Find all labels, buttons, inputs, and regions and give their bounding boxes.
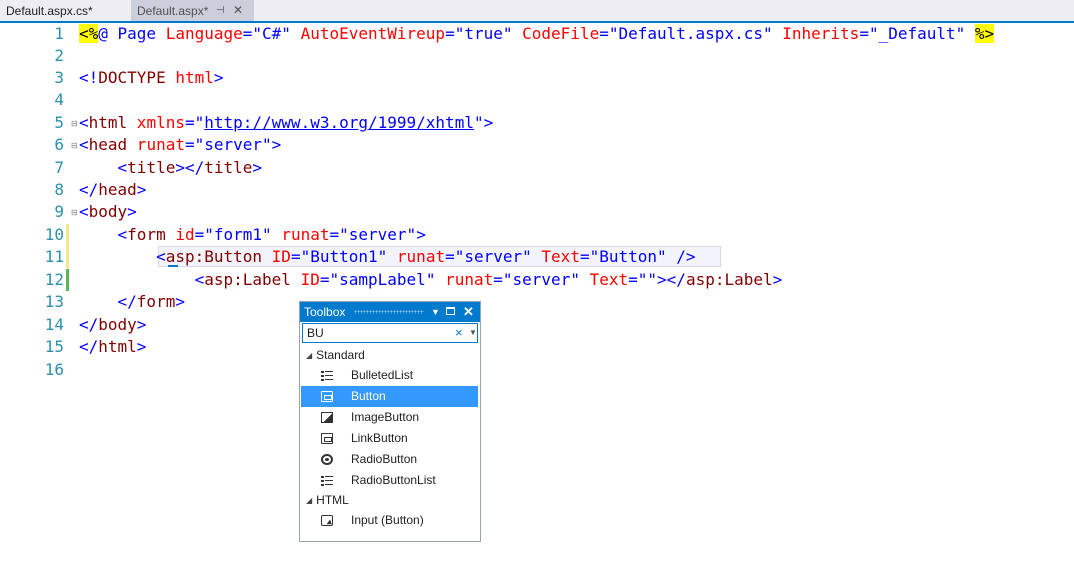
button-icon bbox=[321, 391, 333, 402]
code-text[interactable]: <form id="form1" runat="server"> bbox=[79, 224, 426, 246]
code-line: 7 <title></title> bbox=[0, 157, 1074, 179]
toolbox-item-button[interactable]: Button bbox=[301, 386, 478, 407]
document-tab-strip: Default.aspx.cs* Default.aspx* ⊣ ✕ bbox=[0, 0, 1074, 23]
toolbox-title: Toolbox bbox=[304, 305, 346, 319]
line-number: 10 bbox=[44, 225, 64, 244]
toolbox-item-radiobutton[interactable]: RadioButton bbox=[301, 449, 478, 470]
code-text[interactable]: <html xmlns="http://www.w3.org/1999/xhtm… bbox=[79, 112, 493, 134]
radio-button-icon bbox=[321, 454, 333, 465]
toolbox-title-bar[interactable]: Toolbox ▼ ✕ bbox=[300, 302, 480, 322]
code-line: 12 <asp:Label ID="sampLabel" runat="serv… bbox=[0, 269, 1074, 291]
smart-tag-marker[interactable] bbox=[168, 265, 178, 267]
line-number: 8 bbox=[54, 180, 64, 199]
xmlns-link[interactable]: http://www.w3.org/1999/xhtml bbox=[204, 113, 474, 132]
code-text[interactable]: <%@ Page Language="C#" AutoEventWireup="… bbox=[79, 23, 995, 45]
code-text[interactable]: </form> bbox=[79, 291, 185, 313]
line-number: 6 bbox=[54, 135, 64, 154]
code-line: 14 </body> bbox=[0, 314, 1074, 336]
line-number: 3 bbox=[54, 68, 64, 87]
expanded-triangle-icon: ◢ bbox=[306, 496, 313, 505]
collapse-icon[interactable]: ⊟ bbox=[71, 209, 78, 217]
collapse-icon[interactable]: ⊟ bbox=[71, 142, 78, 150]
code-text[interactable]: <!DOCTYPE html> bbox=[79, 67, 224, 89]
toolbox-item-bulletedlist[interactable]: BulletedList bbox=[301, 365, 478, 386]
line-number: 14 bbox=[44, 315, 64, 334]
line-number: 9 bbox=[54, 202, 64, 221]
toolbox-window: Toolbox ▼ ✕ BU × ▼ ◢ Standard BulletedLis… bbox=[299, 301, 481, 542]
tab-close-icon[interactable]: ✕ bbox=[233, 4, 243, 16]
toolbox-item-input-button[interactable]: Input (Button) bbox=[301, 510, 478, 531]
change-indicator bbox=[66, 224, 69, 246]
image-button-icon bbox=[321, 412, 333, 423]
line-number: 15 bbox=[44, 337, 64, 356]
code-text[interactable]: </html> bbox=[79, 336, 146, 358]
code-line: 16 bbox=[0, 359, 1074, 381]
tab-default-aspx-cs[interactable]: Default.aspx.cs* bbox=[0, 0, 128, 22]
expanded-triangle-icon: ◢ bbox=[306, 351, 313, 360]
code-line: 3 <!DOCTYPE html> bbox=[0, 67, 1074, 89]
line-number: 13 bbox=[44, 292, 64, 311]
change-indicator bbox=[66, 246, 69, 268]
line-number: 12 bbox=[44, 270, 64, 289]
category-html[interactable]: ◢ HTML bbox=[306, 491, 349, 510]
toolbox-item-imagebutton[interactable]: ImageButton bbox=[301, 407, 478, 428]
code-text[interactable]: <asp:Label ID="sampLabel" runat="server"… bbox=[79, 269, 783, 291]
line-number: 7 bbox=[54, 158, 64, 177]
link-button-icon bbox=[321, 433, 333, 444]
code-text[interactable]: </body> bbox=[79, 314, 146, 336]
toolbox-item-radiobuttonlist[interactable]: RadioButtonList bbox=[301, 470, 478, 491]
search-value: BU bbox=[307, 326, 324, 340]
code-line: 10 <form id="form1" runat="server"> bbox=[0, 224, 1074, 246]
toolbox-item-linkbutton[interactable]: LinkButton bbox=[301, 428, 478, 449]
code-editor[interactable]: 1 <%@ Page Language="C#" AutoEventWireup… bbox=[0, 23, 1074, 571]
maximize-icon[interactable] bbox=[446, 307, 455, 315]
bulleted-list-icon bbox=[321, 370, 333, 381]
input-button-icon bbox=[321, 515, 333, 526]
code-text[interactable]: <head runat="server"> bbox=[79, 134, 281, 156]
line-number: 11 bbox=[44, 247, 64, 266]
code-line: 4 bbox=[0, 89, 1074, 111]
line-number: 16 bbox=[44, 360, 64, 379]
code-line: 1 <%@ Page Language="C#" AutoEventWireup… bbox=[0, 23, 1074, 45]
clear-search-icon[interactable]: × bbox=[455, 324, 463, 342]
code-line: 13 </form> bbox=[0, 291, 1074, 313]
collapse-icon[interactable]: ⊟ bbox=[71, 120, 78, 128]
code-line: 9 ⊟ <body> bbox=[0, 201, 1074, 223]
line-number: 5 bbox=[54, 113, 64, 132]
code-text[interactable]: </head> bbox=[79, 179, 146, 201]
line-number: 1 bbox=[54, 24, 64, 43]
window-menu-dropdown-icon[interactable]: ▼ bbox=[431, 302, 440, 322]
close-icon[interactable]: ✕ bbox=[463, 302, 474, 322]
drag-grip[interactable] bbox=[354, 310, 424, 314]
category-standard[interactable]: ◢ Standard bbox=[306, 346, 365, 365]
code-line: 5 ⊟ <html xmlns="http://www.w3.org/1999/… bbox=[0, 112, 1074, 134]
code-text[interactable]: <body> bbox=[79, 201, 137, 223]
radio-button-list-icon bbox=[321, 475, 333, 486]
change-indicator bbox=[66, 269, 69, 291]
pin-icon[interactable]: ⊣ bbox=[216, 6, 225, 16]
code-line-current: 11 <asp:Button ID="Button1" runat="serve… bbox=[0, 246, 1074, 268]
code-text[interactable]: <title></title> bbox=[79, 157, 263, 179]
code-line: 6 ⊟ <head runat="server"> bbox=[0, 134, 1074, 156]
line-number: 4 bbox=[54, 90, 64, 109]
search-options-dropdown-icon[interactable]: ▼ bbox=[469, 324, 477, 342]
code-line: 2 bbox=[0, 45, 1074, 67]
toolbox-search-input[interactable]: BU × ▼ bbox=[302, 323, 478, 343]
line-number: 2 bbox=[54, 46, 64, 65]
code-line: 8 </head> bbox=[0, 179, 1074, 201]
code-line: 15 </html> bbox=[0, 336, 1074, 358]
